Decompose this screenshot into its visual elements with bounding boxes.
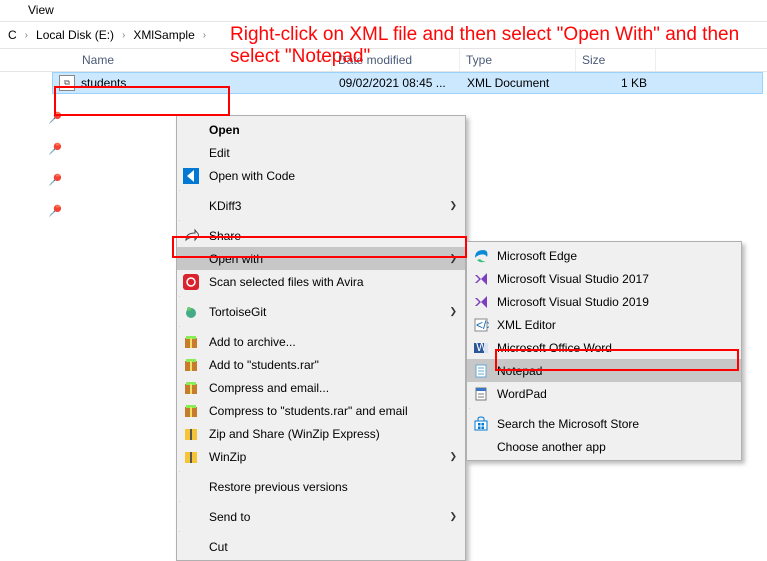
ctx-add-archive[interactable]: Add to archive...: [177, 330, 465, 353]
file-size: 1 KB: [577, 76, 657, 90]
share-icon: [181, 228, 201, 244]
pin-icon[interactable]: 📍: [43, 106, 67, 130]
ctx-kdiff3[interactable]: KDiff3❯: [177, 194, 465, 217]
winzip-icon: [181, 426, 201, 442]
xml-editor-icon: </>: [471, 317, 491, 333]
annotation-text: Right-click on XML file and then select …: [230, 24, 760, 68]
sub-store[interactable]: Search the Microsoft Store: [467, 412, 741, 435]
xml-file-icon: ⧉: [59, 75, 75, 91]
breadcrumb-folder[interactable]: XMlSample: [127, 26, 200, 44]
menu-separator: [179, 220, 180, 221]
ctx-send-to[interactable]: Send to❯: [177, 505, 465, 528]
sub-edge[interactable]: Microsoft Edge: [467, 244, 741, 267]
sub-wordpad[interactable]: WordPad: [467, 382, 741, 405]
tortoisegit-icon: [181, 304, 201, 320]
visual-studio-icon: [471, 271, 491, 287]
ctx-compress-rar-email[interactable]: Compress to "students.rar" and email: [177, 399, 465, 422]
ctx-open[interactable]: Open: [177, 118, 465, 141]
svg-text:</>: </>: [476, 318, 489, 332]
menu-separator: [179, 296, 180, 297]
ctx-zip-share[interactable]: Zip and Share (WinZip Express): [177, 422, 465, 445]
vscode-icon: [181, 168, 201, 184]
file-row-students[interactable]: ⧉ students 09/02/2021 08:45 ... XML Docu…: [52, 72, 763, 94]
winrar-icon: [181, 334, 201, 350]
ctx-open-with[interactable]: Open with❯: [177, 247, 465, 270]
menu-separator: [179, 501, 180, 502]
menu-separator: [179, 471, 180, 472]
breadcrumb-drive[interactable]: Local Disk (E:): [30, 26, 120, 44]
edge-icon: [471, 248, 491, 264]
ctx-restore[interactable]: Restore previous versions: [177, 475, 465, 498]
winzip-icon: [181, 449, 201, 465]
notepad-icon: [471, 363, 491, 379]
ctx-tortoisegit[interactable]: TortoiseGit❯: [177, 300, 465, 323]
avira-icon: [181, 274, 201, 290]
sub-vs2017[interactable]: Microsoft Visual Studio 2017: [467, 267, 741, 290]
context-menu: Open Edit Open with Code KDiff3❯ Share O…: [176, 115, 466, 561]
menu-separator: [179, 190, 180, 191]
chevron-right-icon: ›: [122, 30, 125, 41]
open-with-submenu: Microsoft Edge Microsoft Visual Studio 2…: [466, 241, 742, 461]
pin-icon[interactable]: 📍: [43, 199, 67, 223]
sub-xml-editor[interactable]: </>XML Editor: [467, 313, 741, 336]
sub-vs2019[interactable]: Microsoft Visual Studio 2019: [467, 290, 741, 313]
pin-icon[interactable]: 📍: [43, 137, 67, 161]
ctx-cut[interactable]: Cut: [177, 535, 465, 558]
wordpad-icon: [471, 386, 491, 402]
file-type: XML Document: [461, 76, 577, 90]
winrar-icon: [181, 380, 201, 396]
ribbon-tabs: View: [0, 0, 767, 22]
winrar-icon: [181, 403, 201, 419]
word-icon: W: [471, 340, 491, 356]
ctx-add-rar[interactable]: Add to "students.rar": [177, 353, 465, 376]
chevron-right-icon: ›: [25, 30, 28, 41]
winrar-icon: [181, 357, 201, 373]
ctx-compress-email[interactable]: Compress and email...: [177, 376, 465, 399]
menu-separator: [179, 531, 180, 532]
ctx-winzip[interactable]: WinZip❯: [177, 445, 465, 468]
menu-separator: [179, 326, 180, 327]
file-date: 09/02/2021 08:45 ...: [333, 76, 461, 90]
sub-word[interactable]: WMicrosoft Office Word: [467, 336, 741, 359]
quick-access-pins: 📍 📍 📍 📍: [46, 110, 63, 220]
pin-icon[interactable]: 📍: [43, 168, 67, 192]
store-icon: [471, 416, 491, 432]
file-name: students: [81, 76, 126, 90]
ctx-open-code[interactable]: Open with Code: [177, 164, 465, 187]
menu-separator: [469, 408, 470, 409]
visual-studio-icon: [471, 294, 491, 310]
sub-notepad[interactable]: Notepad: [467, 359, 741, 382]
tab-view[interactable]: View: [18, 0, 64, 19]
ctx-share[interactable]: Share: [177, 224, 465, 247]
ctx-scan-avira[interactable]: Scan selected files with Avira: [177, 270, 465, 293]
breadcrumb-root[interactable]: C: [2, 26, 23, 44]
chevron-right-icon: ›: [203, 30, 206, 41]
ctx-edit[interactable]: Edit: [177, 141, 465, 164]
sub-choose[interactable]: Choose another app: [467, 435, 741, 458]
